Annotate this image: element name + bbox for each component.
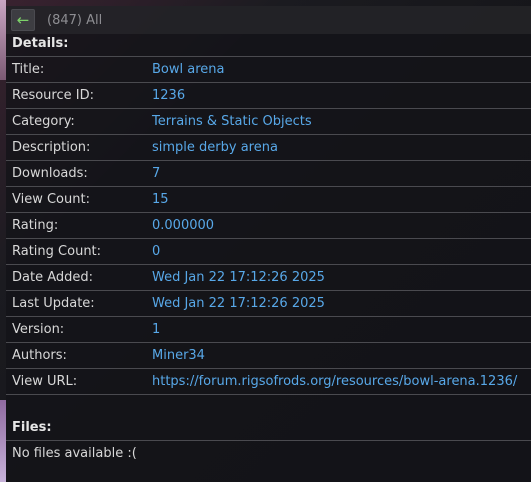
detail-label: Category: [12, 114, 75, 129]
detail-row-version: Version: 1 [6, 317, 531, 343]
detail-label: Authors: [12, 348, 67, 363]
breadcrumb: (847) All [47, 12, 103, 28]
detail-label: Description: [12, 140, 91, 155]
detail-row-category: Category: Terrains & Static Objects [6, 109, 531, 135]
detail-value: 1 [152, 322, 161, 337]
detail-row-authors: Authors: Miner34 [6, 343, 531, 369]
top-bar: ← (847) All [6, 6, 531, 34]
back-button[interactable]: ← [11, 9, 35, 31]
detail-row-view-count: View Count: 15 [6, 187, 531, 213]
arrow-left-icon: ← [16, 10, 30, 29]
detail-label: View URL: [12, 374, 78, 389]
detail-label: Version: [12, 322, 65, 337]
detail-row-rating: Rating: 0.000000 [6, 213, 531, 239]
detail-label: Downloads: [12, 166, 88, 181]
detail-row-downloads: Downloads: 7 [6, 161, 531, 187]
details-heading: Details: [6, 34, 531, 57]
detail-row-view-url: View URL: https://forum.rigsofrods.org/r… [6, 369, 531, 395]
files-empty-message: No files available :( [12, 446, 137, 461]
details-table: Title: Bowl arena Resource ID: 1236 Cate… [6, 57, 531, 395]
detail-value: Bowl arena [152, 62, 225, 77]
detail-value: Miner34 [152, 348, 205, 363]
detail-label: Rating: [12, 218, 59, 233]
detail-value: 1236 [152, 88, 186, 103]
detail-row-rating-count: Rating Count: 0 [6, 239, 531, 265]
detail-label: Date Added: [12, 270, 94, 285]
detail-label: Resource ID: [12, 88, 94, 103]
detail-row-description: Description: simple derby arena [6, 135, 531, 161]
detail-value: Terrains & Static Objects [152, 114, 312, 129]
detail-row-resource-id: Resource ID: 1236 [6, 83, 531, 109]
files-heading: Files: [6, 416, 531, 441]
repository-details-panel: ← (847) All Details: Title: Bowl arena R… [6, 6, 531, 482]
detail-value: 0 [152, 244, 161, 259]
detail-label: Rating Count: [12, 244, 102, 259]
detail-value: 15 [152, 192, 169, 207]
detail-label: Last Update: [12, 296, 95, 311]
detail-label: Title: [12, 62, 45, 77]
detail-label: View Count: [12, 192, 90, 207]
detail-value: 7 [152, 166, 161, 181]
view-url-link[interactable]: https://forum.rigsofrods.org/resources/b… [152, 374, 517, 389]
detail-value: Wed Jan 22 17:12:26 2025 [152, 270, 325, 285]
detail-value: 0.000000 [152, 218, 215, 233]
detail-row-date-added: Date Added: Wed Jan 22 17:12:26 2025 [6, 265, 531, 291]
detail-row-last-update: Last Update: Wed Jan 22 17:12:26 2025 [6, 291, 531, 317]
detail-value: simple derby arena [152, 140, 278, 155]
detail-row-title: Title: Bowl arena [6, 57, 531, 83]
detail-value: Wed Jan 22 17:12:26 2025 [152, 296, 325, 311]
